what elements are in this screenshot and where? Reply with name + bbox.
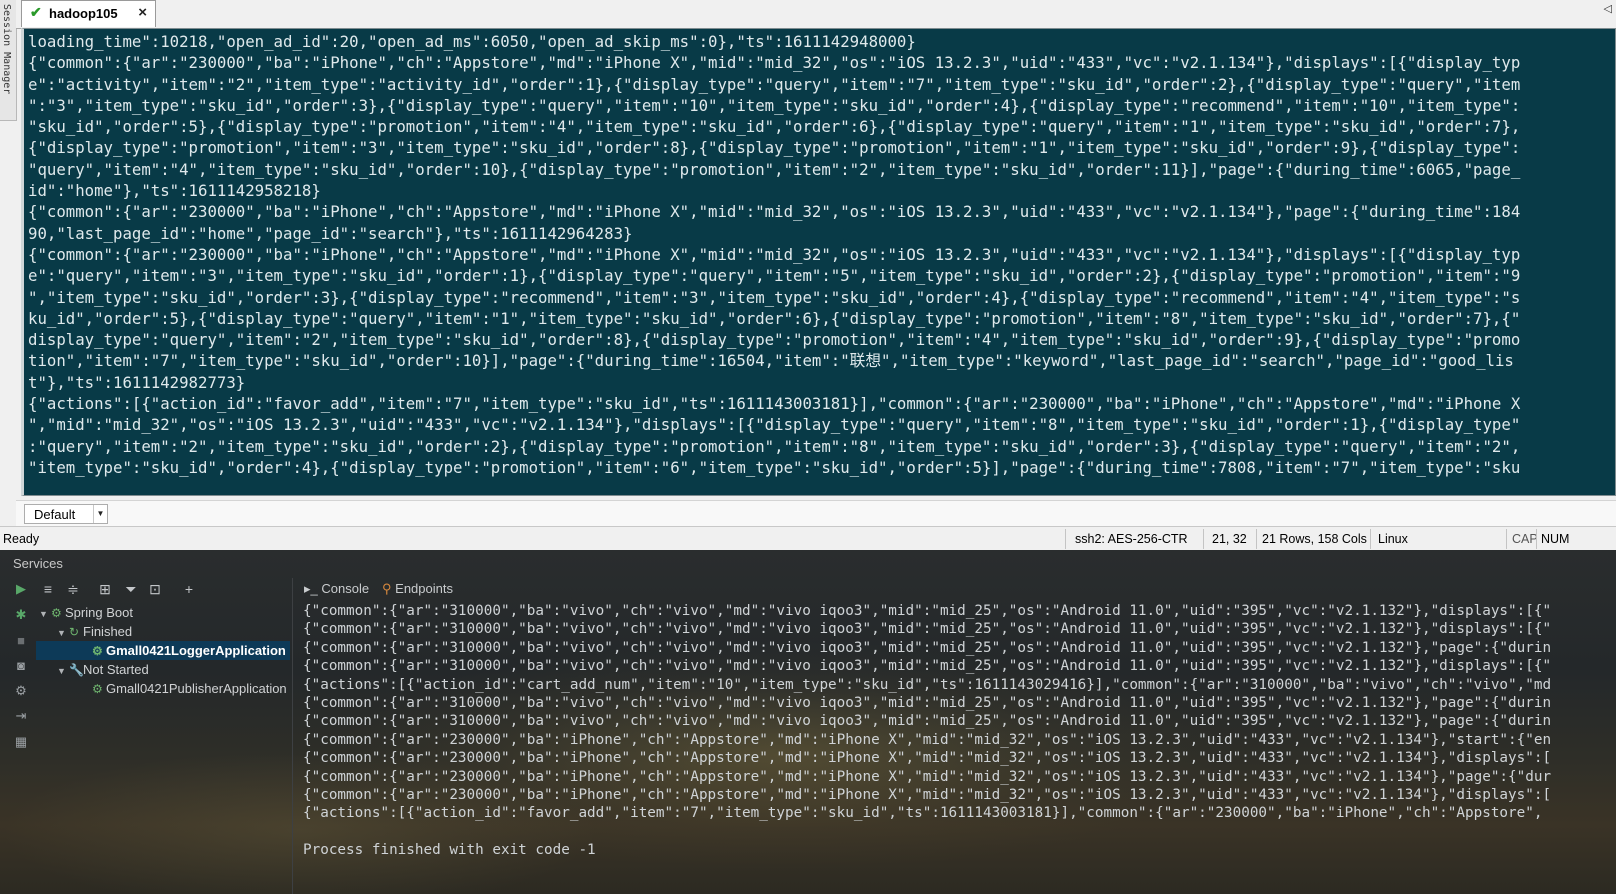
tree-node-publisher-application[interactable]: ⚙ Gmall0421PublisherApplication (92, 679, 287, 698)
command-bar: Default ▼ (16, 500, 1616, 527)
tab-console[interactable]: ▸_ Console (304, 581, 369, 597)
session-combo[interactable]: Default ▼ (24, 504, 108, 524)
tree-node-label: Gmall0421PublisherApplication (106, 681, 287, 696)
spring-boot-icon: ⚙ (51, 606, 62, 620)
debug-icon[interactable]: ✱ (13, 607, 29, 623)
services-tree: ▼ ⚙ Spring Boot ▼ ↻ Finished ⚙ Gmall0421Logge… (36, 602, 292, 894)
tree-node-label: Spring Boot (65, 605, 133, 620)
status-divider (1256, 529, 1257, 549)
session-manager-strip[interactable]: Session Manager (0, 0, 17, 121)
stop-icon[interactable]: ■ (13, 633, 29, 649)
tree-node-not-started[interactable]: ▼ 🔧Not Started (57, 660, 149, 679)
terminal-text: loading_time":10218,"open_ad_id":20,"ope… (28, 32, 1521, 477)
services-panel: Services ▶ ✱ ■ ◙ ⚙ ⇥ ▦ ≡ ≑ ⊞ ⏷ ⊡ + ▼ ⚙ Spr… (0, 550, 1616, 894)
endpoints-icon: ⚲ (382, 581, 392, 596)
spring-app-icon: ⚙ (92, 644, 103, 658)
tab-title: hadoop105 (49, 6, 118, 21)
expand-all-icon[interactable]: ≡ (39, 580, 57, 598)
tab-console-label: Console (321, 581, 370, 596)
add-service-icon[interactable]: + (180, 580, 198, 598)
tree-node-spring-boot[interactable]: ▼ ⚙ Spring Boot (39, 603, 133, 622)
services-tree-toolbar: ≡ ≑ ⊞ ⏷ ⊡ + (36, 578, 296, 602)
group-by-icon[interactable]: ⊞ (96, 580, 114, 598)
console-text: {"common":{"ar":"310000","ba":"vivo","ch… (303, 603, 1552, 859)
services-side-toolbar: ▶ ✱ ■ ◙ ⚙ ⇥ ▦ (0, 578, 36, 894)
expanded-triangle-icon[interactable]: ▼ (57, 662, 69, 681)
close-tab-icon[interactable]: × (138, 4, 147, 21)
status-cap: CAP (1512, 532, 1538, 546)
run-icon[interactable]: ▶ (13, 581, 29, 597)
chevron-down-icon[interactable]: ▼ (93, 505, 107, 523)
tab-endpoints[interactable]: ⚲ Endpoints (382, 581, 453, 597)
status-divider (1536, 529, 1537, 549)
settings-icon[interactable]: ⚙ (13, 683, 29, 699)
filter-icon[interactable]: ⏷ (122, 580, 140, 598)
session-tab-bar: ✔ hadoop105 × ◁ (16, 0, 1616, 29)
tab-scroll-left-icon[interactable]: ◁ (1604, 2, 1612, 15)
camera-icon[interactable]: ◙ (13, 658, 29, 674)
tab-endpoints-label: Endpoints (395, 581, 453, 596)
status-bar: Ready ssh2: AES-256-CTR 21, 32 21 Rows, … (0, 526, 1616, 551)
status-ready: Ready (3, 532, 40, 546)
panel-divider[interactable] (292, 578, 293, 894)
layout-icon[interactable]: ▦ (13, 734, 29, 750)
status-num: NUM (1541, 532, 1570, 546)
tree-node-finished[interactable]: ▼ ↻ Finished (57, 622, 132, 641)
tree-node-label: Finished (83, 624, 133, 639)
collapse-all-icon[interactable]: ≑ (64, 580, 82, 598)
connected-check-icon: ✔ (30, 4, 42, 20)
spring-app-icon: ⚙ (92, 682, 103, 696)
status-cipher: ssh2: AES-256-CTR (1075, 532, 1188, 546)
status-divider (1370, 529, 1371, 549)
status-divider (1065, 529, 1066, 549)
console-icon: ▸_ (304, 581, 318, 596)
services-title: Services (13, 556, 63, 571)
tree-node-label: Gmall0421LoggerApplication (106, 643, 286, 658)
wrench-icon: 🔧 (69, 663, 84, 677)
finished-icon: ↻ (69, 625, 80, 639)
tree-node-logger-application[interactable]: ⚙ Gmall0421LoggerApplication (36, 641, 290, 660)
console-output[interactable]: {"common":{"ar":"310000","ba":"vivo","ch… (300, 602, 1616, 894)
tab-hadoop105[interactable]: ✔ hadoop105 × (21, 0, 156, 27)
status-size: 21 Rows, 158 Cols (1262, 532, 1367, 546)
tree-node-label: Not Started (83, 662, 149, 677)
status-divider (1506, 529, 1507, 549)
status-cursor: 21, 32 (1212, 532, 1247, 546)
exit-icon[interactable]: ⇥ (13, 708, 29, 724)
terminal-output[interactable]: loading_time":10218,"open_ad_id":20,"ope… (21, 28, 1616, 496)
session-manager-label: Session Manager (1, 4, 12, 95)
expanded-triangle-icon[interactable]: ▼ (39, 605, 51, 624)
new-tab-icon[interactable]: ⊡ (146, 580, 164, 598)
status-os: Linux (1378, 532, 1408, 546)
status-divider (1203, 529, 1204, 549)
session-combo-value: Default (34, 507, 76, 522)
